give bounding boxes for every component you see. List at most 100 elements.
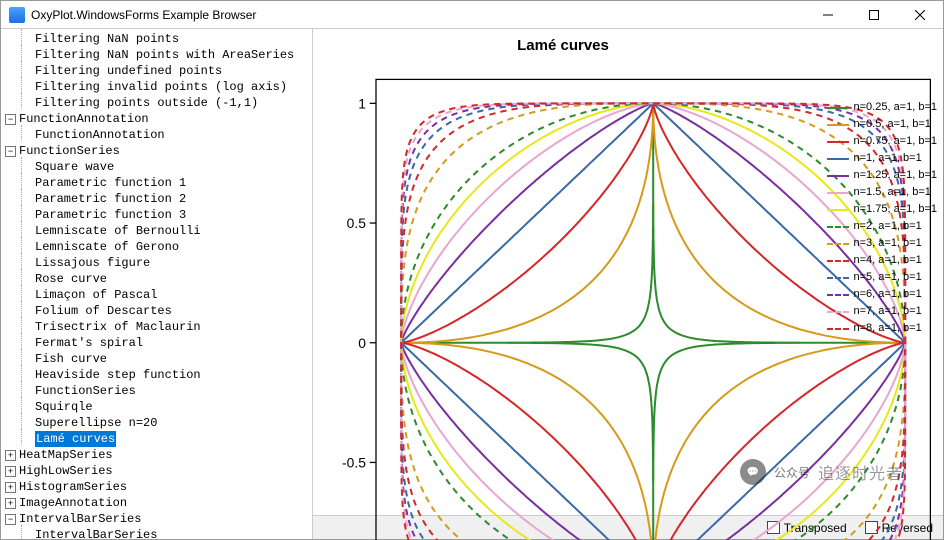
close-button[interactable] bbox=[897, 1, 943, 29]
tree-leaf[interactable]: Rose curve bbox=[1, 271, 312, 287]
tree-branch[interactable]: −IntervalBarSeries bbox=[1, 511, 312, 527]
legend-item: n=0.5, a=1, b=1 bbox=[827, 116, 938, 133]
legend-label: n=0.5, a=1, b=1 bbox=[854, 116, 931, 133]
app-icon bbox=[9, 7, 25, 23]
tree-item-label: Superellipse n=20 bbox=[35, 415, 157, 431]
plot-area[interactable]: Lamé curves -1-0.500.51-1-0.500.51 n=0.2… bbox=[313, 29, 943, 515]
tree-item-label: FunctionAnnotation bbox=[35, 127, 165, 143]
tree-item-label: FunctionAnnotation bbox=[19, 111, 149, 127]
tree-leaf[interactable]: Squirqle bbox=[1, 399, 312, 415]
tree-leaf[interactable]: FunctionSeries bbox=[1, 383, 312, 399]
app-window: OxyPlot.WindowsForms Example Browser Fil… bbox=[0, 0, 944, 540]
tree-leaf[interactable]: IntervalBarSeries bbox=[1, 527, 312, 539]
tree-leaf[interactable]: Trisectrix of Maclaurin bbox=[1, 319, 312, 335]
legend-item: n=0.75, a=1, b=1 bbox=[827, 133, 938, 150]
tree-item-label: Filtering NaN points with AreaSeries bbox=[35, 47, 294, 63]
legend-item: n=1.5, a=1, b=1 bbox=[827, 184, 938, 201]
legend-swatch bbox=[827, 175, 849, 177]
tree-leaf[interactable]: Lemniscate of Gerono bbox=[1, 239, 312, 255]
legend-swatch bbox=[827, 311, 849, 313]
window-title: OxyPlot.WindowsForms Example Browser bbox=[31, 8, 805, 22]
example-tree[interactable]: Filtering NaN pointsFiltering NaN points… bbox=[1, 29, 313, 539]
tree-item-label: Fish curve bbox=[35, 351, 107, 367]
legend-swatch bbox=[827, 226, 849, 228]
legend-swatch bbox=[827, 209, 849, 211]
tree-item-label: Rose curve bbox=[35, 271, 107, 287]
legend-swatch bbox=[827, 192, 849, 194]
tree-item-label: FunctionSeries bbox=[19, 143, 120, 159]
collapse-icon[interactable]: − bbox=[5, 514, 16, 525]
legend-swatch bbox=[827, 328, 849, 330]
legend-label: n=2, a=1, b=1 bbox=[854, 218, 922, 235]
tree-item-label: Filtering invalid points (log axis) bbox=[35, 79, 287, 95]
tree-leaf[interactable]: Filtering undefined points bbox=[1, 63, 312, 79]
collapse-icon[interactable]: − bbox=[5, 114, 16, 125]
tree-leaf[interactable]: Lamé curves bbox=[1, 431, 312, 447]
expand-icon[interactable]: + bbox=[5, 498, 16, 509]
legend-item: n=5, a=1, b=1 bbox=[827, 269, 938, 286]
tree-item-label: Heaviside step function bbox=[35, 367, 201, 383]
tree-item-label: Folium of Descartes bbox=[35, 303, 172, 319]
tree-leaf[interactable]: Fish curve bbox=[1, 351, 312, 367]
svg-text:0.5: 0.5 bbox=[347, 215, 367, 231]
tree-item-label: IntervalBarSeries bbox=[35, 527, 157, 539]
tree-item-label: HighLowSeries bbox=[19, 463, 113, 479]
legend-item: n=0.25, a=1, b=1 bbox=[827, 99, 938, 116]
tree-leaf[interactable]: Parametric function 3 bbox=[1, 207, 312, 223]
tree-leaf[interactable]: Filtering invalid points (log axis) bbox=[1, 79, 312, 95]
tree-leaf[interactable]: Square wave bbox=[1, 159, 312, 175]
tree-item-label: ImageAnnotation bbox=[19, 495, 127, 511]
tree-branch[interactable]: −FunctionAnnotation bbox=[1, 111, 312, 127]
collapse-icon[interactable]: − bbox=[5, 146, 16, 157]
tree-leaf[interactable]: Limaçon of Pascal bbox=[1, 287, 312, 303]
legend-label: n=5, a=1, b=1 bbox=[854, 269, 922, 286]
legend: n=0.25, a=1, b=1n=0.5, a=1, b=1n=0.75, a… bbox=[827, 99, 938, 337]
tree-leaf[interactable]: FunctionAnnotation bbox=[1, 127, 312, 143]
tree-item-label: Lamé curves bbox=[35, 431, 116, 447]
tree-item-label: Filtering NaN points bbox=[35, 31, 179, 47]
tree-leaf[interactable]: Filtering NaN points bbox=[1, 31, 312, 47]
tree-leaf[interactable]: Lissajous figure bbox=[1, 255, 312, 271]
tree-item-label: Parametric function 1 bbox=[35, 175, 186, 191]
expand-icon[interactable]: + bbox=[5, 482, 16, 493]
minimize-button[interactable] bbox=[805, 1, 851, 29]
legend-label: n=6, a=1, b=1 bbox=[854, 286, 922, 303]
legend-item: n=1.75, a=1, b=1 bbox=[827, 201, 938, 218]
legend-swatch bbox=[827, 243, 849, 245]
tree-leaf[interactable]: Filtering points outside (-1,1) bbox=[1, 95, 312, 111]
tree-item-label: Squirqle bbox=[35, 399, 93, 415]
svg-text:0: 0 bbox=[358, 335, 366, 351]
tree-leaf[interactable]: Heaviside step function bbox=[1, 367, 312, 383]
tree-leaf[interactable]: Parametric function 2 bbox=[1, 191, 312, 207]
tree-item-label: Lissajous figure bbox=[35, 255, 150, 271]
body: Filtering NaN pointsFiltering NaN points… bbox=[1, 29, 943, 539]
legend-swatch bbox=[827, 260, 849, 262]
legend-swatch bbox=[827, 294, 849, 296]
legend-item: n=6, a=1, b=1 bbox=[827, 286, 938, 303]
tree-leaf[interactable]: Filtering NaN points with AreaSeries bbox=[1, 47, 312, 63]
tree-leaf[interactable]: Superellipse n=20 bbox=[1, 415, 312, 431]
tree-branch[interactable]: +HighLowSeries bbox=[1, 463, 312, 479]
expand-icon[interactable]: + bbox=[5, 450, 16, 461]
tree-item-label: Parametric function 2 bbox=[35, 191, 186, 207]
legend-item: n=3, a=1, b=1 bbox=[827, 235, 938, 252]
legend-item: n=2, a=1, b=1 bbox=[827, 218, 938, 235]
legend-label: n=4, a=1, b=1 bbox=[854, 252, 922, 269]
legend-label: n=7, a=1, b=1 bbox=[854, 303, 922, 320]
tree-branch[interactable]: −FunctionSeries bbox=[1, 143, 312, 159]
tree-leaf[interactable]: Fermat's spiral bbox=[1, 335, 312, 351]
tree-item-label: HistogramSeries bbox=[19, 479, 127, 495]
legend-swatch bbox=[827, 124, 849, 126]
expand-icon[interactable]: + bbox=[5, 466, 16, 477]
maximize-button[interactable] bbox=[851, 1, 897, 29]
legend-item: n=1.25, a=1, b=1 bbox=[827, 167, 938, 184]
tree-branch[interactable]: +ImageAnnotation bbox=[1, 495, 312, 511]
tree-branch[interactable]: +HistogramSeries bbox=[1, 479, 312, 495]
titlebar[interactable]: OxyPlot.WindowsForms Example Browser bbox=[1, 1, 943, 29]
tree-item-label: Trisectrix of Maclaurin bbox=[35, 319, 201, 335]
legend-swatch bbox=[827, 277, 849, 279]
tree-leaf[interactable]: Folium of Descartes bbox=[1, 303, 312, 319]
tree-branch[interactable]: +HeatMapSeries bbox=[1, 447, 312, 463]
tree-leaf[interactable]: Parametric function 1 bbox=[1, 175, 312, 191]
tree-leaf[interactable]: Lemniscate of Bernoulli bbox=[1, 223, 312, 239]
